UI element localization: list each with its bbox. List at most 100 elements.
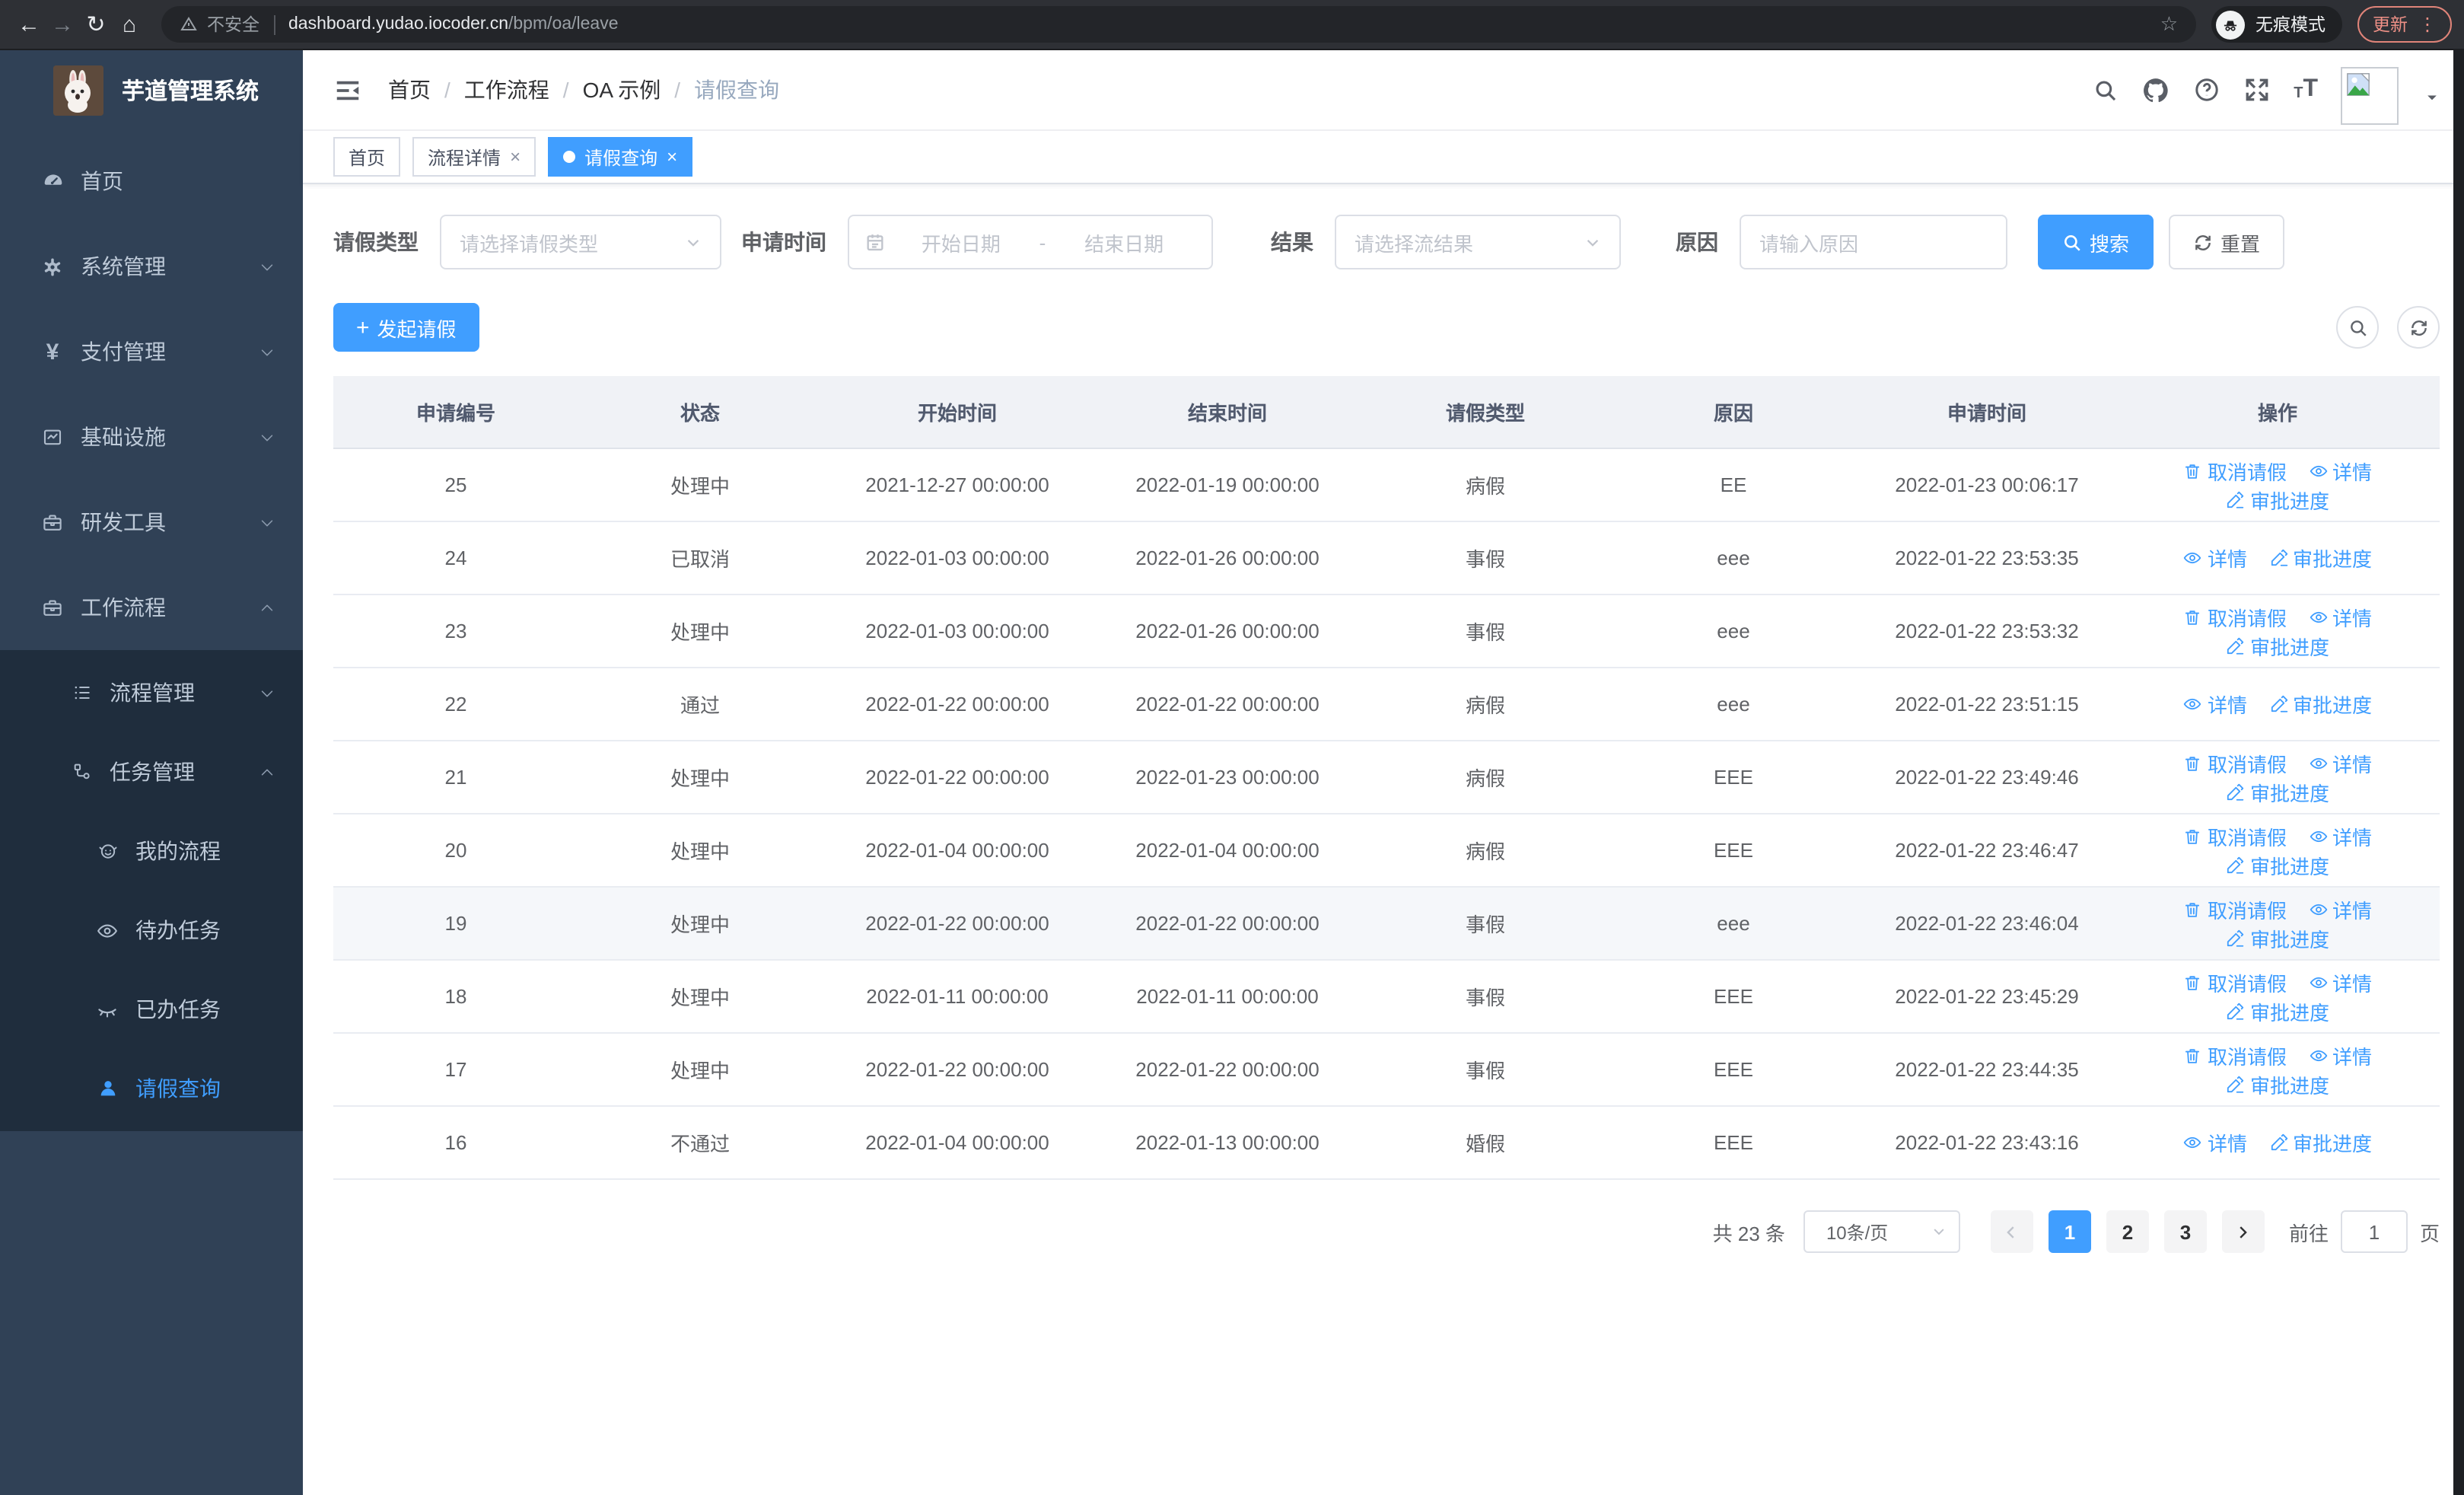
apply-time-range-picker[interactable]: 开始日期 - 结束日期	[848, 215, 1213, 269]
detail-link[interactable]: 详情	[2308, 1041, 2372, 1069]
security-label[interactable]: 不安全	[207, 12, 259, 37]
progress-link[interactable]: 审批进度	[2226, 1069, 2329, 1098]
progress-link[interactable]: 审批进度	[2226, 850, 2329, 879]
sidebar-collapse-icon[interactable]	[333, 75, 362, 104]
page-button-1[interactable]: 1	[2048, 1210, 2091, 1253]
detail-link[interactable]: 详情	[2183, 690, 2247, 719]
cancel-leave-link[interactable]: 取消请假	[2183, 456, 2287, 485]
action-label: 详情	[2207, 548, 2247, 571]
toggle-search-button[interactable]	[2336, 306, 2379, 349]
help-icon[interactable]	[2193, 76, 2220, 104]
sidebar-item-infrastructure[interactable]: 基础设施	[0, 394, 303, 480]
sidebar-item-task-management[interactable]: 任务管理	[0, 732, 303, 811]
detail-link[interactable]: 详情	[2183, 1128, 2247, 1157]
detail-link[interactable]: 详情	[2308, 821, 2372, 850]
sidebar-item-todo-tasks[interactable]: 待办任务	[0, 891, 303, 970]
page-scrollbar[interactable]	[2453, 50, 2464, 1495]
progress-link[interactable]: 审批进度	[2226, 923, 2329, 952]
fullscreen-icon[interactable]	[2243, 76, 2271, 104]
detail-link[interactable]: 详情	[2308, 748, 2372, 777]
cell-end-time: 2022-01-22 00:00:00	[1093, 1033, 1362, 1107]
detail-link[interactable]: 详情	[2308, 602, 2372, 631]
date-end-placeholder[interactable]: 结束日期	[1052, 228, 1196, 257]
bookmark-star-icon[interactable]: ☆	[2160, 12, 2178, 37]
sidebar-item-leave-query[interactable]: 请假查询	[0, 1049, 303, 1128]
page-button-2[interactable]: 2	[2106, 1210, 2149, 1253]
action-label: 取消请假	[2207, 607, 2287, 630]
calendar-icon	[864, 231, 886, 253]
goto-page-input[interactable]	[2340, 1210, 2408, 1253]
close-icon[interactable]: ×	[510, 148, 520, 166]
sidebar-item-process-management[interactable]: 流程管理	[0, 653, 303, 732]
progress-link[interactable]: 审批进度	[2268, 690, 2372, 719]
prev-page-button[interactable]	[1990, 1210, 2033, 1253]
cancel-leave-link[interactable]: 取消请假	[2183, 821, 2287, 850]
reset-button[interactable]: 重置	[2169, 215, 2285, 269]
sidebar-item-payment-management[interactable]: ¥ 支付管理	[0, 309, 303, 394]
avatar[interactable]	[2341, 67, 2399, 125]
app-logo-row[interactable]: 芋道管理系统	[0, 50, 303, 131]
breadcrumb-item[interactable]: 工作流程	[464, 75, 549, 105]
browser-forward-button[interactable]: →	[46, 6, 79, 43]
font-size-icon[interactable]: TT	[2294, 77, 2318, 102]
tab-home[interactable]: 首页	[333, 137, 401, 177]
cancel-leave-link[interactable]: 取消请假	[2183, 1041, 2287, 1069]
infra-icon	[40, 426, 65, 448]
browser-home-button[interactable]: ⌂	[113, 6, 146, 43]
browser-update-menu[interactable]: 更新 ⋮	[2357, 6, 2452, 43]
result-select[interactable]: 请选择流结果	[1335, 215, 1621, 269]
cancel-leave-link[interactable]: 取消请假	[2183, 894, 2287, 923]
chevron-down-icon	[1584, 234, 1601, 250]
action-label: 审批进度	[2249, 489, 2329, 512]
progress-link[interactable]: 审批进度	[2226, 996, 2329, 1025]
progress-link[interactable]: 审批进度	[2226, 777, 2329, 806]
progress-link[interactable]: 审批进度	[2268, 1128, 2372, 1157]
tab-leave-query[interactable]: 请假查询 ×	[548, 137, 693, 177]
progress-link[interactable]: 审批进度	[2268, 543, 2372, 572]
action-label: 审批进度	[2249, 928, 2329, 951]
create-leave-button[interactable]: + 发起请假	[333, 303, 479, 352]
sidebar-item-workflow[interactable]: 工作流程	[0, 565, 303, 650]
breadcrumb-separator: /	[674, 78, 681, 102]
browser-back-button[interactable]: ←	[12, 6, 46, 43]
page-size-select[interactable]: 10条/页	[1803, 1210, 1960, 1253]
chevron-down-icon	[259, 514, 275, 531]
detail-link[interactable]: 详情	[2308, 894, 2372, 923]
detail-link[interactable]: 详情	[2308, 967, 2372, 996]
sidebar-item-done-tasks[interactable]: 已办任务	[0, 970, 303, 1049]
reason-input[interactable]: 请输入原因	[1740, 215, 2007, 269]
tab-process-detail[interactable]: 流程详情 ×	[412, 137, 536, 177]
action-label: 详情	[2332, 1045, 2373, 1068]
cancel-leave-link[interactable]: 取消请假	[2183, 602, 2287, 631]
action-label: 取消请假	[2207, 753, 2287, 776]
breadcrumb-item[interactable]: 首页	[388, 75, 431, 105]
sidebar-item-dev-tools[interactable]: 研发工具	[0, 480, 303, 565]
search-button[interactable]: 搜索	[2038, 215, 2154, 269]
sidebar-item-my-process[interactable]: 我的流程	[0, 811, 303, 891]
cell-start-time: 2021-12-27 00:00:00	[822, 448, 1093, 522]
table-row: 20 处理中 2022-01-04 00:00:00 2022-01-04 00:00…	[333, 814, 2440, 888]
cancel-leave-link[interactable]: 取消请假	[2183, 967, 2287, 996]
refresh-table-button[interactable]	[2397, 306, 2440, 349]
result-label: 结果	[1271, 230, 1313, 254]
page-button-3[interactable]: 3	[2163, 1210, 2207, 1253]
progress-link[interactable]: 审批进度	[2226, 631, 2329, 660]
search-icon[interactable]	[2093, 77, 2119, 103]
cancel-leave-link[interactable]: 取消请假	[2183, 748, 2287, 777]
address-bar[interactable]: 不安全 dashboard.yudao.iocoder.cn /bpm/oa/l…	[161, 6, 2196, 43]
date-start-placeholder[interactable]: 开始日期	[889, 228, 1033, 257]
breadcrumb-item[interactable]: OA 示例	[583, 75, 661, 105]
sidebar-item-home[interactable]: 首页	[0, 139, 303, 224]
column-header: 原因	[1609, 376, 1858, 449]
cell-leave-type: 事假	[1362, 887, 1609, 961]
next-page-button[interactable]	[2221, 1210, 2265, 1253]
detail-link[interactable]: 详情	[2308, 456, 2372, 485]
close-icon[interactable]: ×	[667, 148, 677, 166]
progress-link[interactable]: 审批进度	[2226, 485, 2329, 514]
chevron-down-icon[interactable]	[2424, 90, 2440, 105]
github-icon[interactable]	[2141, 75, 2170, 104]
detail-link[interactable]: 详情	[2183, 543, 2247, 572]
leave-type-select[interactable]: 请选择请假类型	[440, 215, 721, 269]
browser-reload-button[interactable]: ↻	[79, 6, 113, 43]
sidebar-item-system-management[interactable]: 系统管理	[0, 224, 303, 309]
